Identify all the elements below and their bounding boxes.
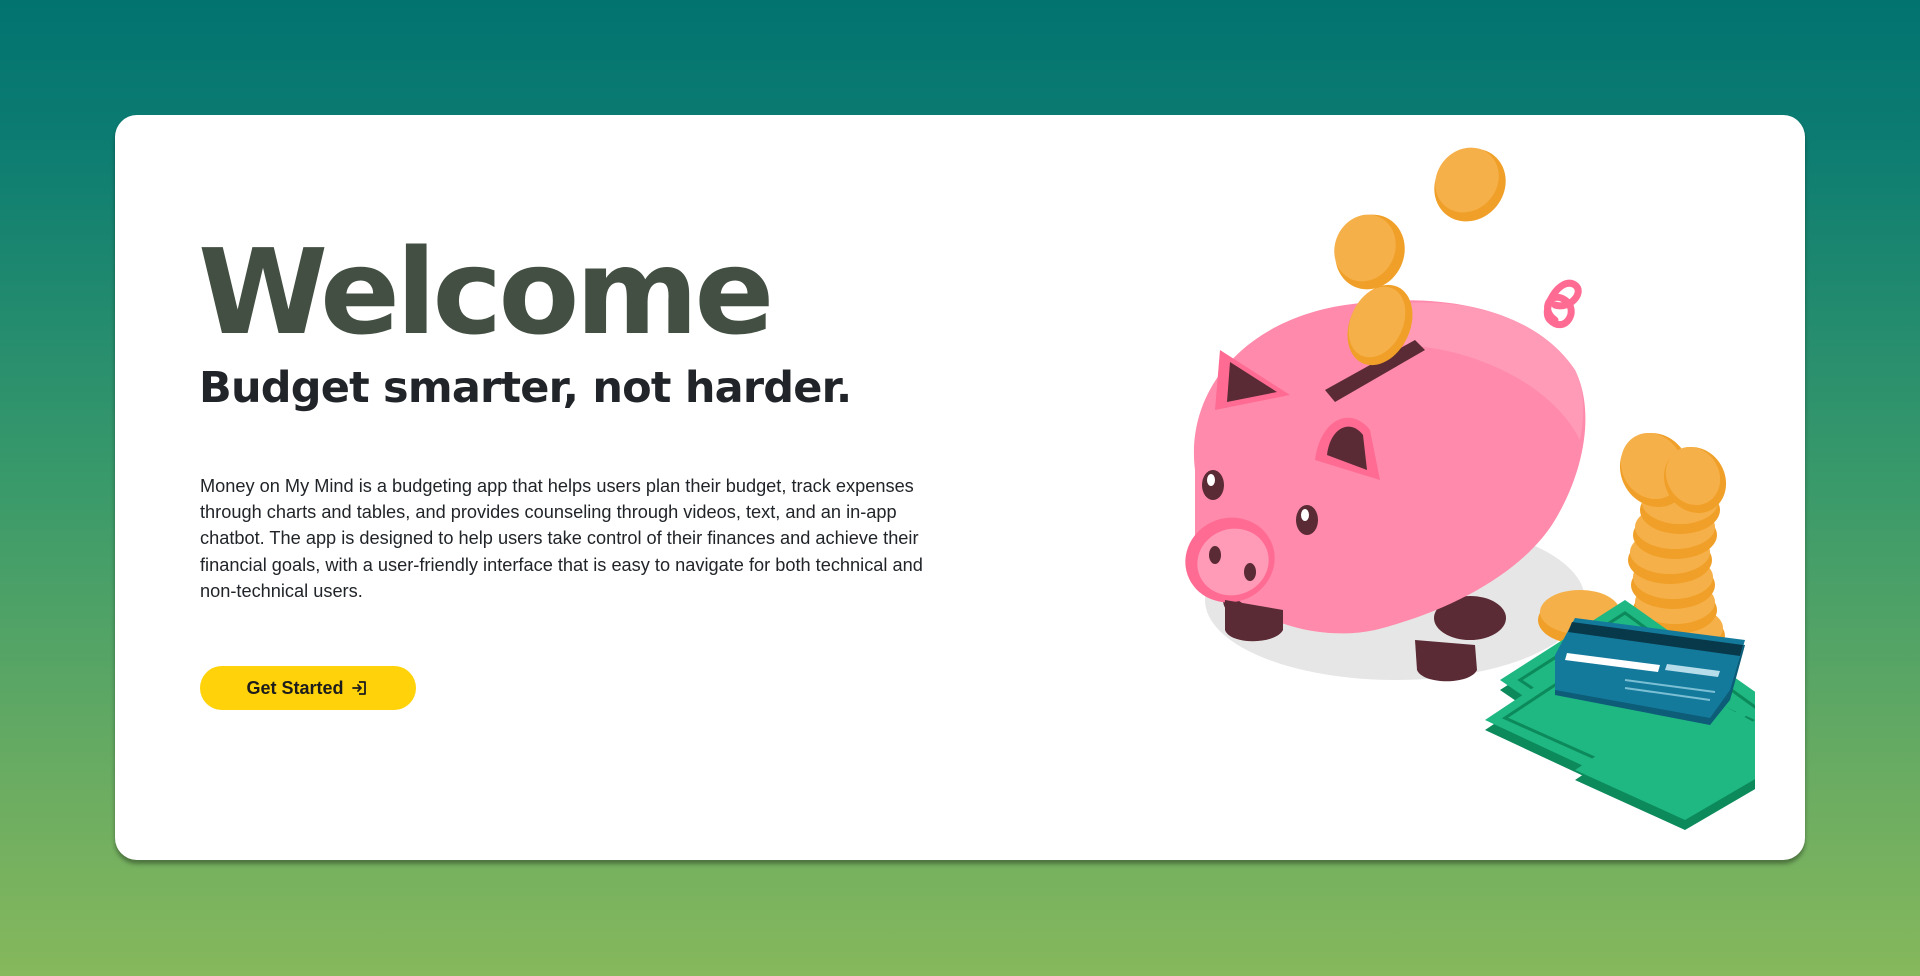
page-title: Welcome xyxy=(198,223,774,361)
sign-in-icon xyxy=(351,681,366,695)
get-started-label: Get Started xyxy=(246,677,344,698)
app-description: Money on My Mind is a budgeting app that… xyxy=(200,476,923,601)
piggy-bank-illustration xyxy=(1185,147,1755,830)
welcome-card: Welcome Budget smarter, not harder. Mone… xyxy=(115,115,1805,860)
coin-icon xyxy=(1434,147,1506,222)
get-started-button[interactable]: Get Started xyxy=(200,666,416,710)
tagline: Budget smarter, not harder. xyxy=(199,363,852,413)
coin-icon xyxy=(1334,214,1405,290)
